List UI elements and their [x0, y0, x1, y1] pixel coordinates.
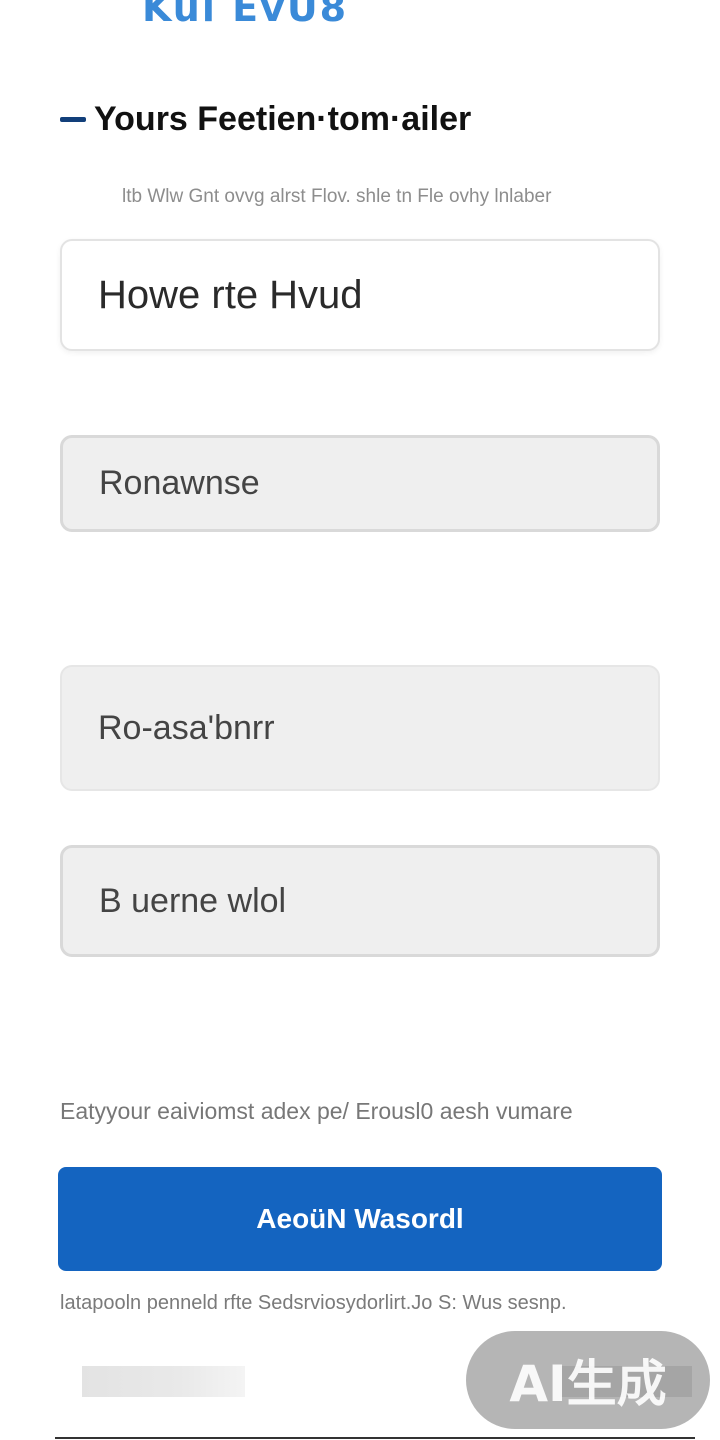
text-field-2-placeholder: Ronawnse — [99, 464, 260, 502]
name-input-value: Howe rte Hvud — [98, 272, 363, 317]
text-field-2[interactable]: Ronawnse — [60, 435, 660, 532]
text-field-4[interactable]: B uerne wlol — [60, 845, 660, 957]
watermark-badge: AI生成 — [466, 1331, 710, 1429]
text-field-4-placeholder: B uerne wlol — [99, 881, 287, 920]
section-title: Yours Feetien·tom·ailer — [94, 100, 472, 138]
screen: Kul EvU8 Yours Feetien·tom·ailer ltb Wlw… — [0, 0, 720, 1440]
footnote-text: latapooln penneld rfte Sedsrviosydorlirt… — [60, 1292, 567, 1314]
terms-text: Eatyyour eaiviomst adex pe/ Erousl0 aesh… — [60, 1098, 573, 1124]
watermark-text: AI生成 — [509, 1355, 667, 1413]
accent-bar — [60, 117, 86, 122]
text-field-3[interactable]: Ro-asa'bnrr — [60, 665, 660, 791]
app-logo: Kul EvU8 — [142, 0, 349, 30]
text-field-3-placeholder: Ro-asa'bnrr — [98, 708, 275, 747]
helper-text: ltb Wlw Gnt ovvg alrst Flov. shle tn Fle… — [122, 186, 552, 207]
bottom-divider — [55, 1437, 695, 1439]
name-input[interactable]: Howe rte Hvud — [60, 239, 660, 351]
submit-button[interactable]: AeoüN Wasordl — [58, 1167, 662, 1271]
section-header: Yours Feetien·tom·ailer — [60, 100, 471, 139]
submit-button-label: AeoüN Wasordl — [256, 1203, 464, 1234]
placeholder-bar — [82, 1366, 245, 1397]
